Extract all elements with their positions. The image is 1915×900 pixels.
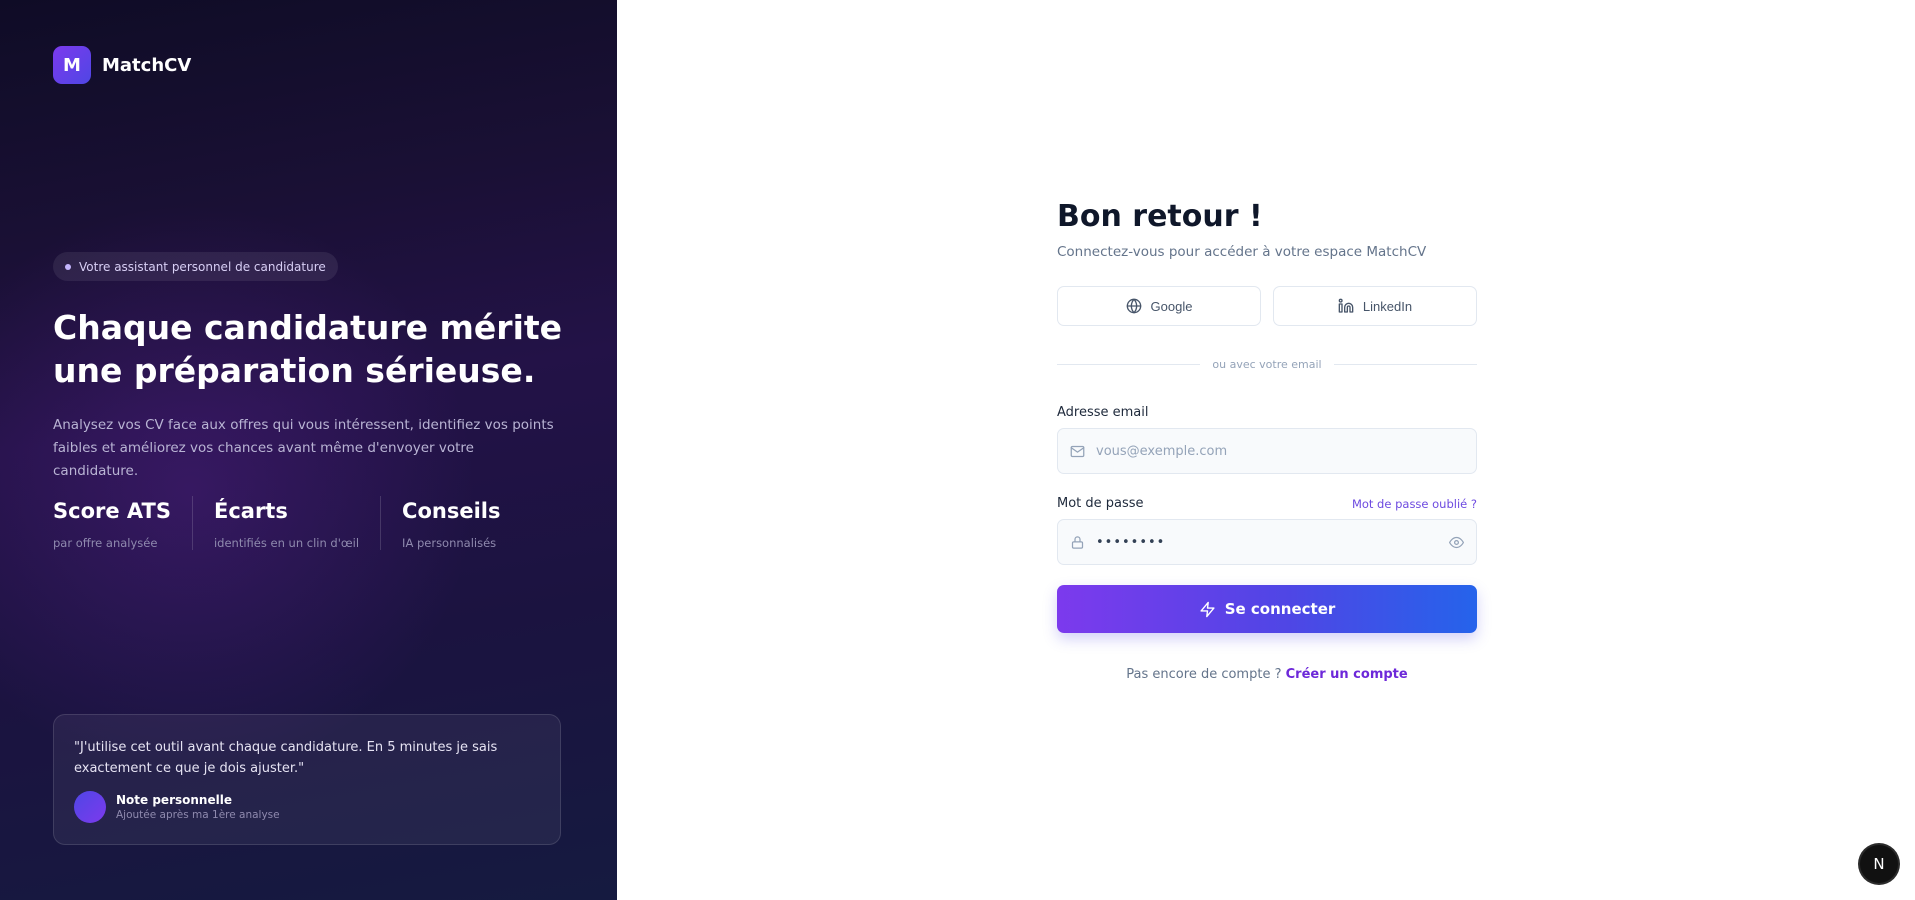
password-input[interactable] (1096, 534, 1449, 550)
signup-row: Pas encore de compte ? Créer un compte (1057, 667, 1477, 682)
brand-logo: M (53, 46, 91, 84)
linkedin-login-label: LinkedIn (1362, 298, 1413, 314)
divider: ou avec votre email (1057, 358, 1478, 371)
linkedin-icon (1338, 298, 1354, 313)
login-submit-label: Se connecter (1224, 600, 1336, 618)
stat-title: Conseils (402, 499, 501, 523)
stat-score-ats: Score ATS par offre analysée (53, 496, 192, 550)
stat-subtitle: par offre analysée (53, 536, 158, 550)
hero-badge: Votre assistant personnel de candidature (53, 252, 338, 281)
lock-icon (1071, 535, 1084, 549)
email-field[interactable] (1057, 428, 1477, 474)
divider-line (1057, 364, 1201, 365)
testimonial-card: "J'utilise cet outil avant chaque candid… (53, 714, 561, 845)
hero-headline: Chaque candidature mérite une préparatio… (53, 308, 563, 390)
hero-badge-label: Votre assistant personnel de candidature (79, 259, 326, 274)
brand-name: MatchCV (102, 54, 192, 76)
forgot-password-link[interactable]: Mot de passe oublié ? (1352, 497, 1477, 511)
login-form: Bon retour ! Connectez-vous pour accéder… (1057, 198, 1478, 682)
brand[interactable]: M MatchCV (53, 46, 191, 84)
author-subtitle: Ajoutée après ma 1ère analyse (116, 809, 280, 821)
divider-line (1333, 364, 1478, 365)
avatar (74, 791, 106, 823)
lightning-icon (1200, 601, 1215, 617)
email-input[interactable] (1096, 443, 1464, 459)
stat-subtitle: IA personnalisés (402, 536, 497, 550)
page-title: Bon retour ! (1057, 199, 1263, 234)
google-login-button[interactable]: Google (1057, 286, 1261, 326)
linkedin-login-button[interactable]: LinkedIn (1273, 286, 1477, 326)
stat-ecarts: Écarts identifiés en un clin d'œil (191, 496, 380, 550)
social-login-row: Google LinkedIn (1057, 286, 1477, 326)
stats-row: Score ATS par offre analysée Écarts iden… (53, 496, 521, 550)
signup-prompt: Pas encore de compte ? (1126, 667, 1282, 682)
password-field[interactable] (1057, 519, 1477, 565)
hero-lead: Analysez vos CV face aux offres qui vous… (53, 417, 554, 479)
globe-icon (1126, 298, 1141, 314)
stat-title: Score ATS (53, 499, 171, 523)
mail-icon (1070, 445, 1085, 457)
password-label-row: Mot de passe Mot de passe oublié ? (1057, 496, 1477, 511)
testimonial-author: Note personnelle Ajoutée après ma 1ère a… (74, 791, 540, 823)
divider-text: ou avec votre email (1212, 358, 1322, 371)
stat-subtitle: identifiés en un clin d'œil (213, 536, 360, 550)
create-account-link[interactable]: Créer un compte (1286, 667, 1408, 682)
google-login-label: Google (1150, 298, 1193, 314)
email-label: Adresse email (1057, 405, 1149, 420)
login-submit-button[interactable]: Se connecter (1057, 585, 1477, 633)
badge-dot-icon (65, 263, 71, 270)
author-info: Note personnelle Ajoutée après ma 1ère a… (116, 793, 280, 821)
email-label-row: Adresse email (1057, 405, 1477, 420)
stat-conseils: Conseils IA personnalisés (380, 496, 521, 550)
stat-title: Écarts (213, 499, 288, 523)
eye-icon[interactable] (1449, 535, 1464, 550)
password-label: Mot de passe (1057, 496, 1144, 511)
testimonial-quote: "J'utilise cet outil avant chaque candid… (74, 740, 498, 776)
page-subtitle: Connectez-vous pour accéder à votre espa… (1057, 244, 1427, 260)
dev-tools-badge[interactable]: N (1860, 845, 1898, 883)
left-panel: M MatchCV Votre assistant personnel de c… (0, 0, 617, 900)
author-name: Note personnelle (116, 793, 232, 807)
